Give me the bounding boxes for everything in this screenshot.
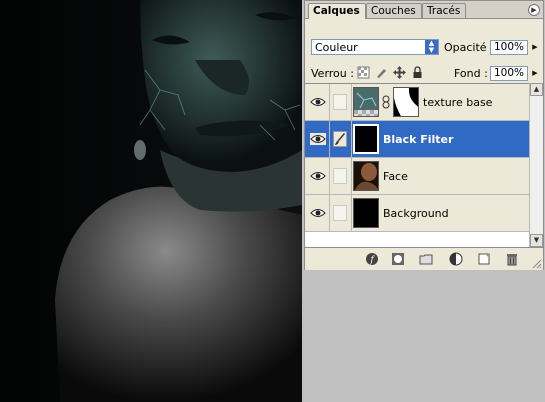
column-divider <box>329 121 330 157</box>
column-divider <box>329 158 330 194</box>
lock-all-padlock-icon[interactable] <box>411 66 424 79</box>
column-divider <box>329 195 330 231</box>
layer-thumbnail[interactable] <box>353 87 379 117</box>
layers-scrollbar[interactable]: ▲ ▼ <box>529 83 543 247</box>
opacity-label: Opacité : <box>444 41 494 54</box>
column-divider <box>329 84 330 120</box>
chain-link-icon[interactable] <box>382 95 390 109</box>
blend-mode-value: Couleur <box>315 41 358 54</box>
layer-thumbnail[interactable] <box>353 124 379 154</box>
scroll-down-icon[interactable]: ▼ <box>530 234 543 247</box>
delete-layer-trash-icon[interactable] <box>505 252 519 266</box>
layer-row-texture-base[interactable]: texture base <box>305 84 529 121</box>
fill-label: Fond : <box>454 67 488 80</box>
layer-mask-thumbnail[interactable] <box>393 87 419 117</box>
layer-row-face[interactable]: Face <box>305 158 529 195</box>
portrait-image <box>0 0 302 402</box>
column-divider <box>351 195 352 231</box>
lock-transparency-icon[interactable] <box>357 66 370 79</box>
lock-pixels-brush-icon[interactable] <box>375 66 388 79</box>
layer-name: Black Filter <box>383 133 454 146</box>
layers-bottom-toolbar: f <box>305 247 543 270</box>
opacity-slider-arrow-icon[interactable]: ▶ <box>530 40 540 55</box>
layer-name: texture base <box>423 96 493 109</box>
opacity-field[interactable]: 100% <box>490 40 528 55</box>
layer-link-box[interactable] <box>333 94 347 110</box>
visibility-eye-icon[interactable] <box>310 207 326 219</box>
layers-panel: Calques Couches Tracés ▶ Couleur ▲ ▼ Opac… <box>304 0 544 270</box>
layer-row-black-filter[interactable]: Black Filter <box>305 121 529 158</box>
column-divider <box>351 121 352 157</box>
lock-label: Verrou : <box>311 67 354 80</box>
column-divider <box>351 158 352 194</box>
dropdown-arrow-icon[interactable]: ▲ ▼ <box>425 40 438 54</box>
photo-canvas[interactable] <box>0 0 302 402</box>
layer-row-background[interactable]: Background <box>305 195 529 232</box>
visibility-eye-icon[interactable] <box>310 96 326 108</box>
resize-grip-icon[interactable] <box>530 257 542 269</box>
layer-name: Background <box>383 207 449 220</box>
paintbrush-icon <box>335 133 345 145</box>
new-group-folder-icon[interactable] <box>419 252 433 266</box>
panel-tabs: Calques Couches Tracés ▶ <box>305 1 543 19</box>
layers-list: texture base Black Filter Face Backgroun… <box>305 83 529 248</box>
tab-couches[interactable]: Couches <box>366 3 422 18</box>
lock-position-move-icon[interactable] <box>393 66 406 79</box>
add-mask-icon[interactable] <box>391 252 405 266</box>
fill-slider-arrow-icon[interactable]: ▶ <box>530 66 540 81</box>
layer-thumbnail[interactable] <box>353 161 379 191</box>
layer-thumbnail[interactable] <box>353 198 379 228</box>
layer-link-box[interactable] <box>333 168 347 184</box>
column-divider <box>351 84 352 120</box>
tab-traces[interactable]: Tracés <box>422 3 466 18</box>
blend-mode-select[interactable]: Couleur ▲ ▼ <box>311 39 439 55</box>
panel-menu-icon[interactable]: ▶ <box>528 4 540 16</box>
active-layer-brush-box[interactable] <box>333 131 347 147</box>
scroll-up-icon[interactable]: ▲ <box>530 83 543 96</box>
fill-field[interactable]: 100% <box>490 66 528 81</box>
visibility-eye-icon[interactable] <box>310 170 326 182</box>
visibility-eye-icon[interactable] <box>310 133 326 145</box>
layer-style-icon[interactable]: f <box>365 252 379 266</box>
tab-calques[interactable]: Calques <box>308 3 366 19</box>
adjustment-layer-icon[interactable] <box>449 252 463 266</box>
layer-name: Face <box>383 170 408 183</box>
layer-link-box[interactable] <box>333 205 347 221</box>
new-layer-icon[interactable] <box>477 252 491 266</box>
